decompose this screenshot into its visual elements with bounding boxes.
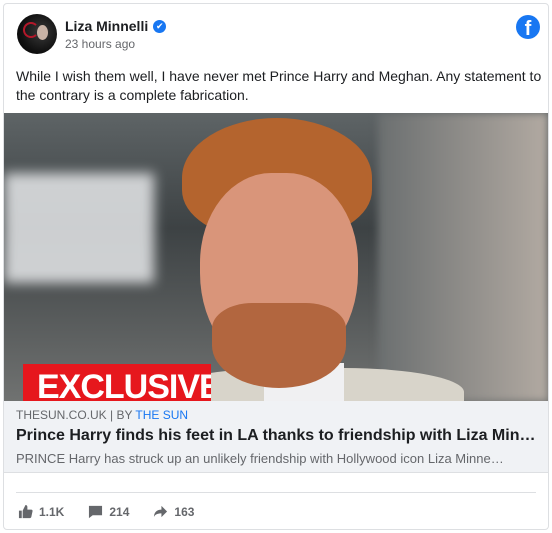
comment-bubble-icon xyxy=(89,505,103,519)
engagement-bar: 1.1K 214 163 xyxy=(18,504,194,519)
link-preview-image[interactable]: EXCLUSIVE xyxy=(4,113,548,401)
link-preview[interactable]: THESUN.CO.UK | BY THE SUN Prince Harry f… xyxy=(4,401,548,473)
photo-background-left xyxy=(4,173,154,283)
thumbs-up-icon xyxy=(18,504,33,519)
post-header: Liza Minnelli ✔ 23 hours ago f xyxy=(4,4,548,60)
link-description: PRINCE Harry has struck up an unlikely f… xyxy=(16,451,504,466)
like-count[interactable]: 1.1K xyxy=(18,504,64,519)
avatar-face xyxy=(37,25,48,40)
exclusive-banner: EXCLUSIVE xyxy=(23,364,211,401)
comment-count-value: 214 xyxy=(109,504,130,519)
share-count[interactable]: 163 xyxy=(153,504,194,519)
post-card: Liza Minnelli ✔ 23 hours ago f While I w… xyxy=(3,3,549,530)
photo-beard xyxy=(212,303,346,388)
link-title[interactable]: Prince Harry finds his feet in LA thanks… xyxy=(16,427,541,445)
link-publisher[interactable]: THE SUN xyxy=(135,408,188,422)
comment-count[interactable]: 214 xyxy=(88,504,129,519)
share-count-value: 163 xyxy=(174,504,195,519)
like-count-value: 1.1K xyxy=(39,504,65,519)
stats-divider xyxy=(16,492,536,493)
link-source: THESUN.CO.UK | BY THE SUN xyxy=(16,408,188,422)
post-text: While I wish them well, I have never met… xyxy=(16,68,542,103)
author-row: Liza Minnelli ✔ xyxy=(65,18,167,34)
verified-badge-icon: ✔ xyxy=(153,19,167,33)
share-arrow-icon xyxy=(154,505,168,518)
avatar[interactable] xyxy=(17,14,57,54)
link-domain: THESUN.CO.UK xyxy=(16,408,107,422)
author-name[interactable]: Liza Minnelli xyxy=(65,18,148,34)
facebook-logo-icon[interactable]: f xyxy=(516,15,540,39)
post-timestamp[interactable]: 23 hours ago xyxy=(65,37,135,51)
photo-background-right xyxy=(378,113,548,401)
link-source-separator: | BY xyxy=(106,408,136,422)
